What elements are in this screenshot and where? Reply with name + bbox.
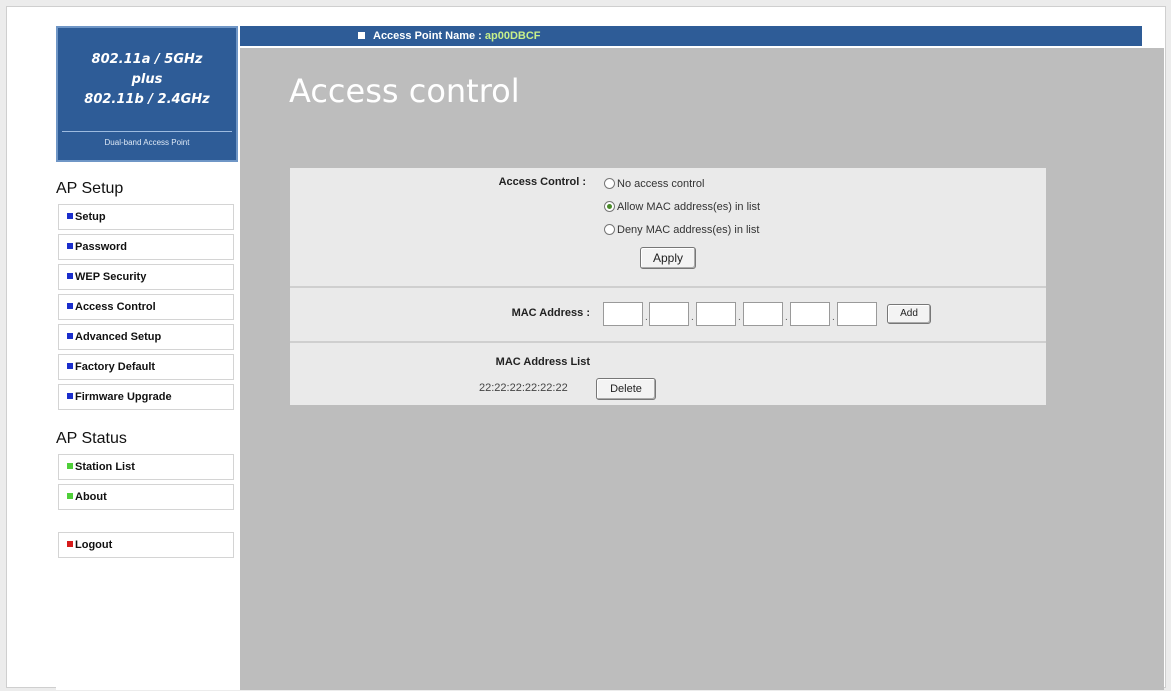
- radio-button-icon[interactable]: [604, 223, 615, 235]
- sidebar-item-factory-default[interactable]: Factory Default: [58, 354, 234, 380]
- sidebar-item-wep-security[interactable]: WEP Security: [58, 264, 234, 290]
- bullet-icon: [67, 463, 73, 470]
- bullet-icon: [67, 363, 73, 370]
- mac-separator: .: [832, 312, 835, 323]
- divider: [290, 286, 1046, 288]
- sidebar-item-label: WEP Security: [75, 271, 147, 283]
- ap-name-label: Access Point Name :: [373, 30, 482, 42]
- header-bar: Access Point Name : ap00DBCF: [240, 26, 1142, 46]
- mac-octet-6-input[interactable]: [837, 302, 877, 326]
- delete-button[interactable]: Delete: [596, 378, 656, 400]
- mac-separator: .: [785, 312, 788, 323]
- mac-octet-3-input[interactable]: [696, 302, 736, 326]
- mac-separator: .: [691, 312, 694, 323]
- bullet-icon: [67, 493, 73, 500]
- ap-status-heading: AP Status: [56, 430, 127, 447]
- sidebar-item-label: Station List: [75, 461, 135, 473]
- bullet-icon: [67, 333, 73, 340]
- bullet-icon: [67, 213, 73, 220]
- add-button[interactable]: Add: [887, 304, 931, 324]
- mac-octet-5-input[interactable]: [790, 302, 830, 326]
- mac-octet-4-input[interactable]: [743, 302, 783, 326]
- sidebar-item-label: Advanced Setup: [75, 331, 162, 343]
- sidebar: 802.11a / 5GHz plus 802.11b / 2.4GHz Dua…: [56, 26, 240, 690]
- sidebar-item-advanced-setup[interactable]: Advanced Setup: [58, 324, 234, 350]
- mac-list-entry: 22:22:22:22:22:22: [479, 382, 568, 394]
- mac-address-label: MAC Address :: [511, 307, 590, 319]
- sidebar-item-label: Factory Default: [75, 361, 156, 373]
- sidebar-item-access-control[interactable]: Access Control: [58, 294, 234, 320]
- square-icon: [358, 31, 365, 39]
- access-control-label: Access Control :: [498, 176, 586, 188]
- radio-no-access-control[interactable]: No access control: [604, 177, 705, 190]
- mac-octet-1-input[interactable]: [603, 302, 643, 326]
- radio-label: Deny MAC address(es) in list: [617, 224, 760, 236]
- sidebar-item-firmware-upgrade[interactable]: Firmware Upgrade: [58, 384, 234, 410]
- mac-list-heading: MAC Address List: [495, 356, 590, 368]
- radio-allow-mac-list[interactable]: Allow MAC address(es) in list: [604, 200, 761, 213]
- sidebar-item-label: Password: [75, 241, 127, 253]
- mac-octet-2-input[interactable]: [649, 302, 689, 326]
- mac-separator: .: [738, 312, 741, 323]
- sidebar-item-about[interactable]: About: [58, 484, 234, 510]
- radio-button-icon[interactable]: [604, 200, 615, 212]
- sidebar-item-label: Logout: [75, 539, 113, 551]
- sidebar-item-label: About: [75, 491, 107, 503]
- sidebar-item-label: Setup: [75, 211, 106, 223]
- bullet-icon: [67, 243, 73, 250]
- bullet-icon: [67, 303, 73, 310]
- radio-button-icon[interactable]: [604, 177, 615, 189]
- ap-setup-heading: AP Setup: [56, 180, 124, 197]
- radio-label: Allow MAC address(es) in list: [617, 201, 761, 213]
- bullet-icon: [67, 393, 73, 400]
- bullet-icon: [67, 541, 73, 548]
- logo-line-1: 802.11a / 5GHz: [91, 52, 203, 67]
- logo-line-2: plus: [131, 72, 163, 87]
- sidebar-item-label: Firmware Upgrade: [75, 391, 172, 403]
- radio-deny-mac-list[interactable]: Deny MAC address(es) in list: [604, 223, 760, 236]
- radio-label: No access control: [617, 178, 705, 190]
- logo-line-3: 802.11b / 2.4GHz: [84, 92, 210, 107]
- ap-name-value: ap00DBCF: [484, 30, 541, 42]
- logo-subtitle: Dual-band Access Point: [62, 131, 232, 154]
- bullet-icon: [67, 273, 73, 280]
- product-logo: 802.11a / 5GHz plus 802.11b / 2.4GHz Dua…: [56, 26, 238, 162]
- sidebar-item-setup[interactable]: Setup: [58, 204, 234, 230]
- divider: [290, 341, 1046, 343]
- page-title: Access control: [289, 72, 520, 110]
- sidebar-item-password[interactable]: Password: [58, 234, 234, 260]
- sidebar-item-station-list[interactable]: Station List: [58, 454, 234, 480]
- sidebar-item-logout[interactable]: Logout: [58, 532, 234, 558]
- mac-separator: .: [645, 312, 648, 323]
- sidebar-item-label: Access Control: [75, 301, 156, 313]
- apply-button[interactable]: Apply: [640, 247, 696, 269]
